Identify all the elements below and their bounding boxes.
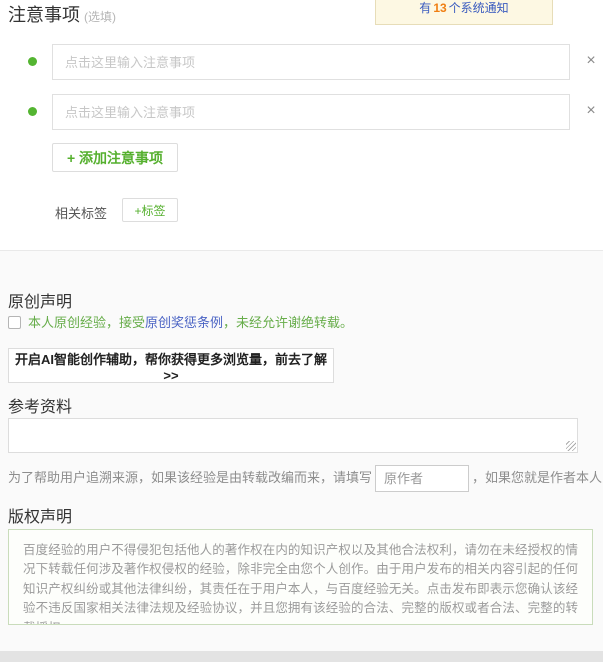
notification-suffix: 个系统通知 [449, 1, 509, 15]
original-text-before: 本人原创经验，接受 [28, 315, 145, 330]
note-item-row: × [0, 94, 603, 130]
tags-label: 相关标签 [55, 203, 107, 222]
add-note-button[interactable]: + 添加注意事项 [52, 143, 178, 172]
original-statement-row: 本人原创经验，接受原创奖惩条例，未经允许谢绝转载。 [8, 315, 353, 331]
notes-title-text: 注意事项 [8, 5, 80, 25]
notes-section-title: 注意事项 (选填) [8, 1, 116, 27]
reference-textarea[interactable] [8, 418, 578, 453]
experience-editor-page: 注意事项(选填) 有13个系统通知 × × + 添加注意事项 相关标签 +标签 … [0, 0, 603, 662]
bullet-icon [28, 107, 37, 116]
note-input-2[interactable] [52, 94, 570, 130]
ai-assist-button[interactable]: 开启AI智能创作辅助，帮你获得更多浏览量，前去了解>> [8, 348, 334, 383]
notes-section: 注意事项 (选填) 有13个系统通知 × × + 添加注意事项 相关标签 +标签 [0, 0, 603, 250]
remove-note-icon[interactable]: × [582, 102, 600, 120]
notification-prefix: 有 [419, 1, 431, 15]
system-notification-banner[interactable]: 有13个系统通知 [375, 0, 553, 25]
note-item-row: × [0, 44, 603, 80]
notification-count: 13 [433, 1, 446, 15]
copyright-title: 版权声明 [8, 503, 72, 527]
declarations-section: 原创声明 本人原创经验，接受原创奖惩条例，未经允许谢绝转载。 开启AI智能创作辅… [0, 250, 603, 651]
bullet-icon [28, 57, 37, 66]
original-author-input[interactable] [375, 465, 469, 492]
footer-bar [0, 651, 603, 662]
notes-title-optional-hint: (选填) [84, 10, 116, 24]
reward-rules-link[interactable]: 原创奖惩条例 [145, 315, 223, 330]
add-tag-button[interactable]: +标签 [122, 198, 178, 222]
source-text-before: 为了帮助用户追溯来源，如果该经验是由转载改编而来，请填写 [8, 464, 372, 492]
copyright-notice-box: 百度经验的用户不得侵犯包括他人的著作权在内的知识产权以及其他合法权利，请勿在未经… [8, 529, 593, 625]
source-attribution-row: 为了帮助用户追溯来源，如果该经验是由转载改编而来，请填写 ，如果您就是作者本人，则… [8, 464, 603, 492]
original-checkbox[interactable] [8, 316, 21, 329]
source-text-after: ，如果您就是作者本人，则不用填写。 [472, 464, 603, 492]
remove-note-icon[interactable]: × [582, 52, 600, 70]
original-statement-title: 原创声明 [8, 288, 72, 312]
note-input-1[interactable] [52, 44, 570, 80]
copyright-notice-text: 百度经验的用户不得侵犯包括他人的著作权在内的知识产权以及其他合法权利，请勿在未经… [23, 541, 578, 625]
reference-title: 参考资料 [8, 393, 72, 417]
tags-row: 相关标签 +标签 [0, 198, 603, 224]
original-text-after: ，未经允许谢绝转载。 [223, 315, 353, 330]
